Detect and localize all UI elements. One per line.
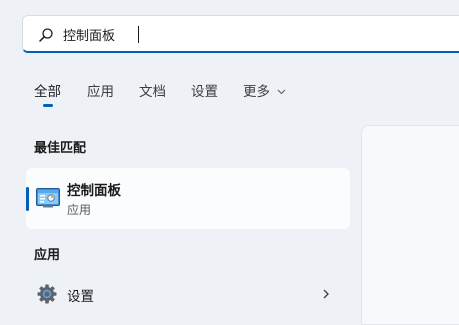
- gear-icon: [37, 284, 57, 304]
- tab-all[interactable]: 全部: [34, 80, 61, 107]
- tab-documents-label: 文档: [139, 84, 166, 100]
- app-result-label: 设置: [67, 289, 94, 305]
- tab-settings[interactable]: 设置: [191, 80, 218, 100]
- app-result-settings[interactable]: 设置: [26, 276, 350, 312]
- tab-apps[interactable]: 应用: [87, 80, 114, 100]
- control-panel-icon: [36, 188, 60, 208]
- search-box[interactable]: [22, 15, 459, 53]
- best-match-heading: 最佳匹配: [34, 141, 87, 156]
- tab-all-label: 全部: [34, 84, 61, 100]
- text-caret: [138, 26, 139, 43]
- best-match-type: 应用: [67, 203, 92, 217]
- tab-active-indicator: [43, 104, 53, 107]
- apps-heading: 应用: [34, 248, 61, 263]
- chevron-right-icon[interactable]: [322, 288, 330, 300]
- best-match-title: 控制面板: [67, 183, 121, 199]
- search-input[interactable]: [63, 23, 443, 45]
- preview-pane: [361, 125, 459, 325]
- tab-settings-label: 设置: [191, 84, 218, 100]
- search-icon: [39, 28, 53, 42]
- tab-more-label: 更多: [243, 84, 270, 100]
- tab-apps-label: 应用: [87, 84, 114, 100]
- tab-more[interactable]: 更多: [243, 80, 286, 100]
- best-match-result[interactable]: 控制面板 应用: [26, 168, 350, 229]
- chevron-down-icon: [277, 89, 286, 95]
- tab-documents[interactable]: 文档: [139, 80, 166, 100]
- selection-indicator: [26, 187, 29, 211]
